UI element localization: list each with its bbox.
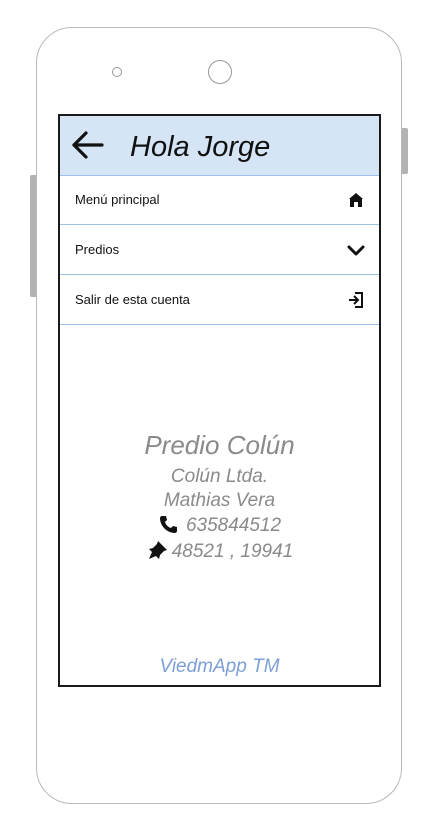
menu-item-label: Salir de esta cuenta: [75, 292, 190, 307]
property-name: Predio Colún: [144, 430, 295, 460]
pin-icon: [148, 541, 167, 559]
brand-footer: ViedmApp TM: [159, 656, 280, 677]
menu-item-label: Menú principal: [75, 192, 160, 207]
sign-out-icon: [349, 292, 363, 308]
chevron-down-icon: [347, 245, 365, 256]
page-title: Hola Jorge: [130, 131, 271, 163]
phone-icon: [159, 516, 177, 533]
menu-item-home[interactable]: Menú principal: [60, 176, 379, 225]
phone-row: 635844512: [60, 514, 379, 537]
header-bar: Hola Jorge: [60, 116, 379, 176]
property-contact: Mathias Vera: [163, 490, 276, 511]
app-screen: Hola Jorge Menú principal Predios Salir …: [58, 114, 381, 687]
menu-item-predios[interactable]: Predios: [60, 226, 379, 275]
menu-item-logout[interactable]: Salir de esta cuenta: [60, 276, 379, 325]
home-icon: [349, 193, 363, 207]
arrow-left-icon[interactable]: [70, 130, 104, 160]
phone-number: 635844512: [185, 515, 282, 536]
menu-item-label: Predios: [75, 242, 120, 257]
coordinates-row: 48521 , 19941: [60, 540, 379, 563]
proximity-sensor: [112, 67, 122, 77]
property-company: Colún Ltda.: [170, 466, 269, 487]
power-button: [402, 128, 408, 174]
coordinates-value: 48521 , 19941: [171, 541, 294, 562]
front-camera: [208, 60, 232, 84]
